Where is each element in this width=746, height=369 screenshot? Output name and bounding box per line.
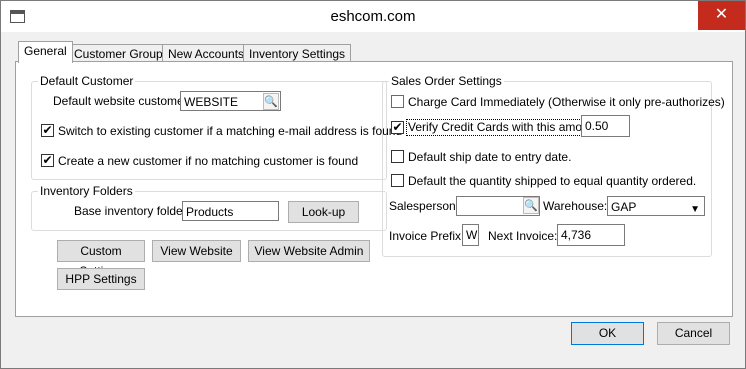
- default-ship-date-label: Default ship date to entry date.: [408, 150, 572, 164]
- verify-cards-label: Verify Credit Cards with this amount:: [406, 119, 605, 136]
- view-website-button[interactable]: View Website: [152, 240, 241, 262]
- charge-card-checkbox[interactable]: [391, 95, 404, 108]
- charge-card-label: Charge Card Immediately (Otherwise it on…: [408, 95, 725, 109]
- hpp-settings-button[interactable]: HPP Settings: [57, 268, 145, 290]
- salesperson-search-icon[interactable]: 🔍: [523, 197, 539, 214]
- sales-order-settings-group-title: Sales Order Settings: [389, 74, 504, 88]
- title-bar: eshcom.com ✕: [1, 1, 745, 32]
- default-website-customer-label: Default website customer:: [53, 94, 192, 108]
- close-icon[interactable]: ✕: [698, 1, 745, 30]
- default-qty-label: Default the quantity shipped to equal qu…: [408, 174, 697, 188]
- inventory-folders-group-title: Inventory Folders: [38, 184, 135, 198]
- invoice-prefix-field[interactable]: W: [462, 224, 479, 246]
- base-inventory-folder-field[interactable]: Products: [182, 201, 279, 221]
- next-invoice-field[interactable]: 4,736: [557, 224, 625, 246]
- tab-panel-general: Default Customer Default website custome…: [15, 61, 733, 317]
- lookup-button[interactable]: Look-up: [288, 201, 359, 223]
- create-new-checkbox[interactable]: ✔: [41, 154, 54, 167]
- create-new-label: Create a new customer if no matching cus…: [58, 154, 359, 168]
- default-qty-checkbox[interactable]: [391, 174, 404, 187]
- warehouse-select[interactable]: GAP ▼: [607, 196, 705, 216]
- cancel-button[interactable]: Cancel: [657, 322, 730, 345]
- invoice-prefix-label: Invoice Prefix:: [389, 229, 465, 243]
- base-inventory-folder-label: Base inventory folder:: [74, 204, 191, 218]
- default-ship-date-checkbox[interactable]: [391, 150, 404, 163]
- chevron-down-icon: ▼: [690, 204, 700, 215]
- customer-search-icon[interactable]: 🔍: [263, 93, 279, 110]
- next-invoice-label: Next Invoice:: [488, 229, 558, 243]
- tab-general[interactable]: General: [18, 41, 73, 63]
- switch-existing-label: Switch to existing customer if a matchin…: [58, 124, 403, 138]
- dialog-window: eshcom.com ✕ General Customer Groups New…: [0, 0, 746, 369]
- view-website-admin-button[interactable]: View Website Admin: [248, 240, 370, 262]
- switch-existing-checkbox[interactable]: ✔: [41, 124, 54, 137]
- ok-button[interactable]: OK: [571, 322, 644, 345]
- verify-cards-checkbox[interactable]: ✔: [391, 121, 404, 134]
- warehouse-selected-value: GAP: [611, 200, 637, 214]
- warehouse-label: Warehouse:: [543, 199, 608, 213]
- custom-settings-button[interactable]: Custom Settings: [57, 240, 145, 278]
- verify-amount-field[interactable]: 0.50: [581, 115, 630, 137]
- default-website-customer-value: WEBSITE: [184, 95, 239, 109]
- window-title: eshcom.com: [330, 8, 416, 25]
- salesperson-label: Salesperson:: [389, 199, 460, 213]
- default-customer-group-title: Default Customer: [38, 74, 136, 88]
